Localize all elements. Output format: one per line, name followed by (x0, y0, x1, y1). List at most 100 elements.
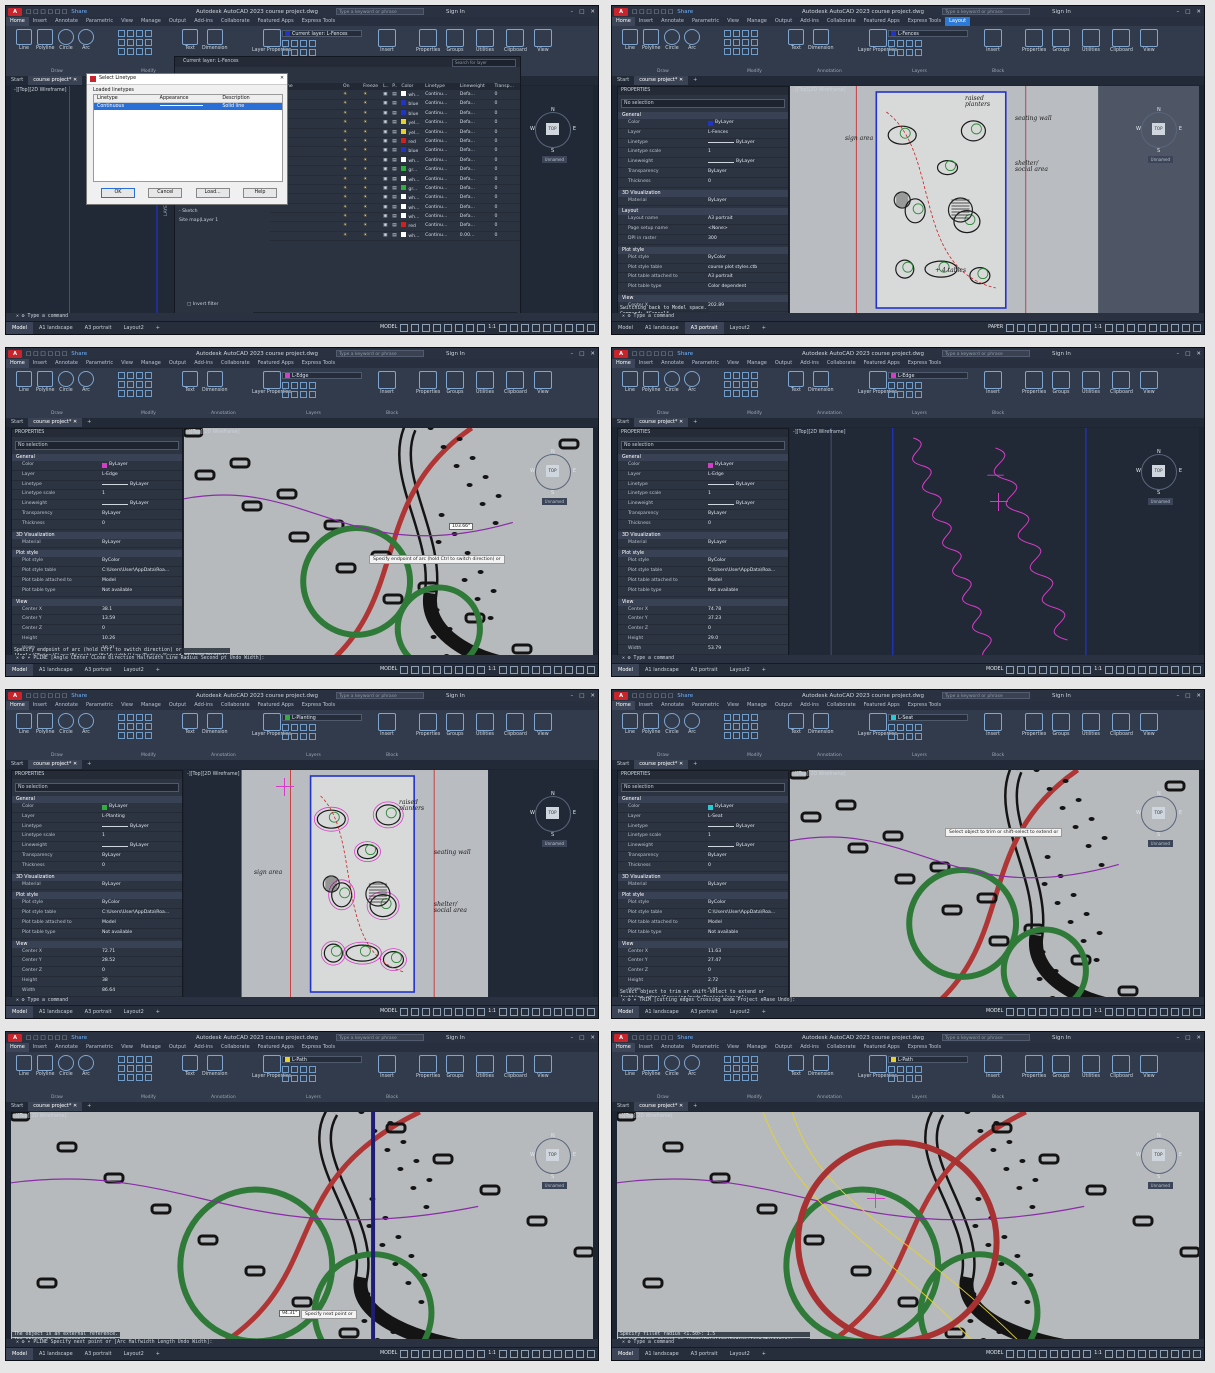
layer-tool-icon[interactable] (897, 733, 904, 740)
status-tool-icon[interactable] (1171, 1008, 1179, 1016)
layer-lineweight[interactable]: Defa... (460, 194, 495, 202)
layer-tool-icon[interactable] (300, 382, 307, 389)
doc-tab-file[interactable]: course project* ✕ (634, 76, 689, 85)
modify-tool-icon[interactable] (751, 381, 758, 388)
tool-utilities[interactable]: Utilities (1082, 371, 1100, 395)
layer-transparency[interactable]: 0 (494, 119, 520, 127)
layer-linetype[interactable]: Continu... (425, 194, 460, 202)
load-button[interactable]: Load... (195, 188, 230, 198)
tab-manage[interactable]: Manage (743, 701, 771, 710)
tool-dimension[interactable]: Dimension (202, 371, 228, 393)
status-tool-icon[interactable] (554, 1350, 562, 1358)
tool-properties[interactable]: Properties (1022, 371, 1046, 395)
layout-tab-model[interactable]: Model (6, 1348, 34, 1360)
tab-manage[interactable]: Manage (743, 359, 771, 368)
tool-dimension[interactable]: Dimension (808, 1055, 834, 1077)
status-tool-icon[interactable] (422, 666, 431, 674)
modify-tool-icon[interactable] (751, 1065, 758, 1072)
tab-home[interactable]: Home (612, 701, 635, 710)
property-row[interactable]: Linetype scale 1 (618, 148, 788, 159)
status-tool-icon[interactable] (1061, 1350, 1070, 1358)
modify-tool-icon[interactable] (118, 1074, 125, 1081)
tool-circle[interactable]: Circle (58, 371, 74, 393)
tool-insert[interactable]: Insert (378, 371, 396, 395)
layer-dropdown[interactable]: Current layer: L-Fences (282, 30, 362, 37)
tool-properties[interactable]: Properties (416, 29, 440, 53)
viewport-label[interactable]: -][Top][2D Wireframe] (187, 772, 239, 777)
layout-tab-a1-landscape[interactable]: A1 landscape (639, 322, 685, 334)
on-icon[interactable]: ☀ (343, 176, 363, 184)
tool-view[interactable]: View (534, 1055, 552, 1079)
minimize-icon[interactable]: – (1176, 351, 1179, 357)
layer-lineweight[interactable]: Defa... (460, 147, 495, 155)
layer-color[interactable]: gr... (401, 166, 425, 174)
close-icon[interactable]: ✕ (1196, 1035, 1201, 1041)
tool-utilities[interactable]: Utilities (1082, 1055, 1100, 1079)
status-tool-icon[interactable] (565, 1008, 573, 1016)
doc-tab-start[interactable]: Start (6, 76, 28, 85)
property-row[interactable]: Center X 11.63 (618, 948, 788, 958)
tab-add-ins[interactable]: Add-ins (190, 17, 217, 26)
tab-output[interactable]: Output (165, 17, 190, 26)
status-tool-icon[interactable] (565, 1350, 573, 1358)
doc-tab-file[interactable]: course project* ✕ (28, 418, 83, 427)
layer-color[interactable]: yel... (401, 119, 425, 127)
close-icon[interactable]: ✕ (590, 351, 595, 357)
status-tool-icon[interactable] (1105, 1008, 1113, 1016)
tool-clipboard[interactable]: Clipboard (1110, 29, 1133, 53)
category-general[interactable]: General (618, 454, 788, 461)
status-tool-icon[interactable] (1171, 666, 1179, 674)
modify-tool-icon[interactable] (724, 1065, 731, 1072)
layer-tool-icon[interactable] (309, 382, 316, 389)
open-icon[interactable]: □ (33, 1035, 38, 1041)
property-row[interactable]: Plot table type Not available (618, 587, 788, 597)
status-tool-icon[interactable] (532, 666, 540, 674)
modify-tool-icon[interactable] (136, 732, 143, 739)
sign-in-button[interactable]: Sign In (1052, 351, 1071, 357)
status-tool-icon[interactable] (554, 324, 562, 332)
tool-properties[interactable]: Properties (416, 713, 440, 737)
on-icon[interactable]: ☀ (343, 129, 363, 137)
viewcube-top-face[interactable]: TOP (1152, 1149, 1165, 1161)
property-row[interactable]: Linetype ByLayer (12, 823, 182, 833)
modify-tool-icon[interactable] (742, 381, 749, 388)
property-row[interactable]: Thickness 0 (618, 178, 788, 188)
modify-tool-icon[interactable] (751, 1074, 758, 1081)
layer-tool-icon[interactable] (309, 49, 316, 56)
status-tool-icon[interactable] (499, 324, 507, 332)
status-tool-icon[interactable] (1127, 1350, 1135, 1358)
tab-parametric[interactable]: Parametric (82, 701, 117, 710)
tool-line[interactable]: Line (622, 371, 638, 393)
freeze-icon[interactable]: ☀ (363, 204, 383, 212)
redo-icon[interactable]: □ (62, 9, 67, 15)
tab-annotate[interactable]: Annotate (657, 701, 688, 710)
tab-collaborate[interactable]: Collaborate (823, 17, 860, 26)
status-tool-icon[interactable] (576, 666, 584, 674)
layout-tab-model[interactable]: Model (612, 664, 640, 676)
linetype-column-header[interactable]: Linetype (94, 95, 157, 102)
tool-dimension[interactable]: Dimension (808, 713, 834, 735)
add-layout-button[interactable]: + (756, 664, 772, 676)
layer-tool-icon[interactable] (906, 49, 913, 56)
tab-home[interactable]: Home (612, 17, 635, 26)
modify-tool-icon[interactable] (136, 30, 143, 37)
tool-dimension[interactable]: Dimension (202, 713, 228, 735)
doc-tab-file[interactable]: course project* ✕ (634, 760, 689, 769)
tab-view[interactable]: View (117, 359, 137, 368)
layer-tool-icon[interactable] (897, 1066, 904, 1073)
layer-tool-icon[interactable] (897, 49, 904, 56)
status-tool-icon[interactable] (466, 1350, 475, 1358)
layer-linetype[interactable]: Continu... (425, 222, 460, 230)
modify-tool-icon[interactable] (751, 732, 758, 739)
ucs-unnamed[interactable]: Unnamed (1147, 840, 1173, 847)
tab-collaborate[interactable]: Collaborate (823, 701, 860, 710)
layer-row[interactable]: ☀ ☀ ▣ ▤ red Continu... Defa... 0 (270, 222, 520, 232)
linetype-row-selected[interactable]: Continuous Solid line (94, 103, 282, 110)
modify-tool-icon[interactable] (724, 714, 731, 721)
tool-circle[interactable]: Circle (58, 29, 74, 51)
selection-dropdown[interactable]: No selection (621, 783, 785, 792)
tool-dimension[interactable]: Dimension (202, 29, 228, 51)
layer-tool-icon[interactable] (291, 724, 298, 731)
property-row[interactable]: Center X 74.78 (618, 606, 788, 616)
status-tool-icon[interactable] (1105, 666, 1113, 674)
